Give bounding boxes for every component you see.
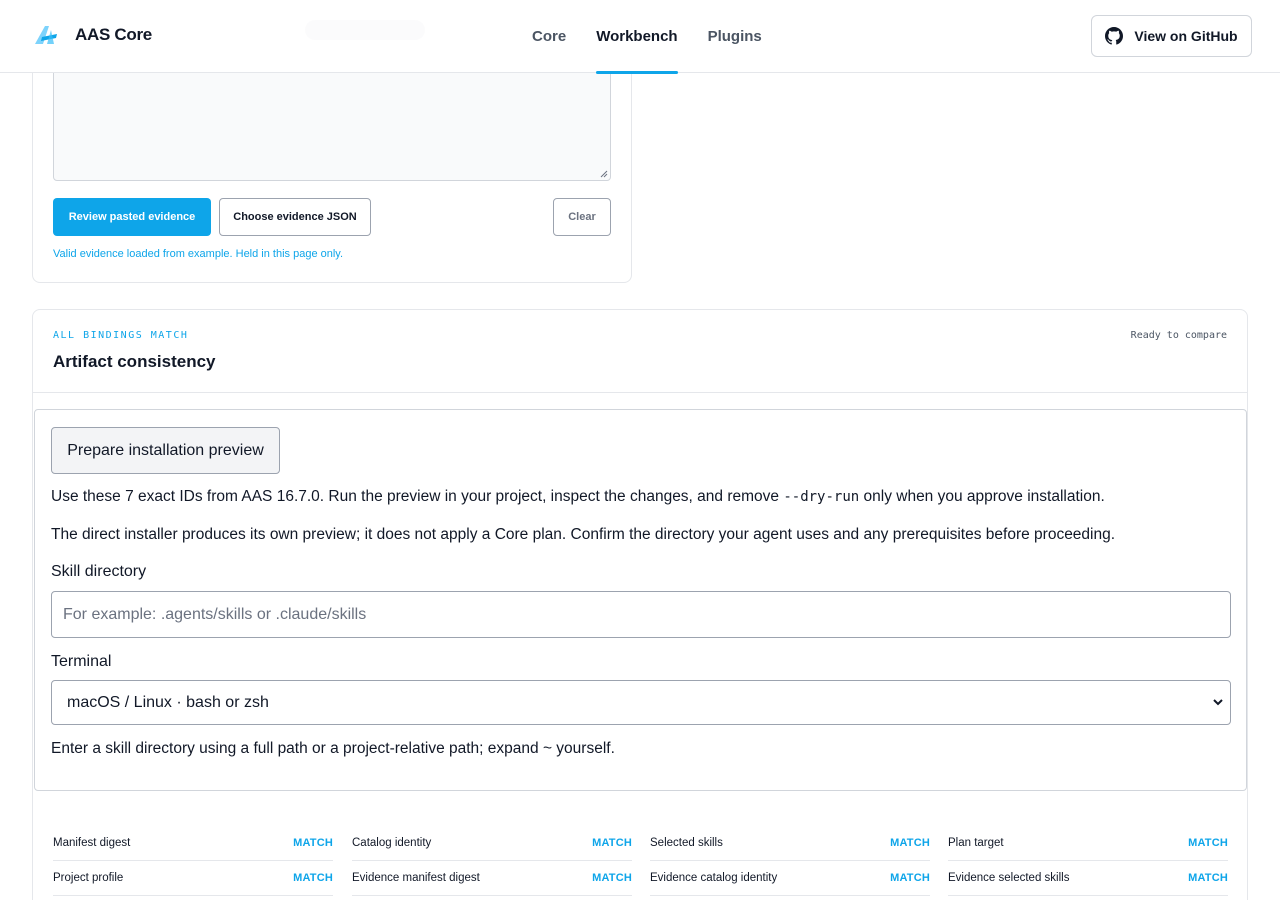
binding-status: MATCH — [592, 872, 632, 884]
bindings-column: Selected skills MATCH Evidence catalog i… — [650, 826, 930, 896]
binding-row: Project profile MATCH — [53, 861, 333, 896]
binding-status: MATCH — [592, 837, 632, 849]
artifact-consistency-section: ALL BINDINGS MATCH Artifact consistency … — [32, 309, 1248, 900]
binding-row: Evidence catalog identity MATCH — [650, 861, 930, 896]
nav-item-workbench[interactable]: Workbench — [596, 0, 679, 74]
primary-nav: Core Workbench Plugins — [532, 0, 792, 74]
bindings-column: Plan target MATCH Evidence selected skil… — [948, 826, 1228, 896]
aas-logo-icon — [35, 26, 57, 44]
installation-preview-panel: Prepare installation preview Use these 7… — [34, 409, 1247, 791]
prepare-installation-preview-button[interactable]: Prepare installation preview — [51, 427, 280, 474]
faded-header-element — [305, 20, 425, 40]
chevron-down-icon — [1213, 699, 1223, 706]
binding-status: MATCH — [890, 872, 930, 884]
choose-evidence-json-button[interactable]: Choose evidence JSON — [219, 198, 371, 236]
skill-directory-input[interactable] — [51, 591, 1231, 638]
dry-run-flag: --dry-run — [783, 489, 860, 505]
ready-status: Ready to compare — [1130, 330, 1227, 341]
nav-item-plugins[interactable]: Plugins — [708, 0, 762, 73]
binding-name: Manifest digest — [53, 837, 131, 849]
binding-row: Catalog identity MATCH — [352, 826, 632, 861]
section-title: Artifact consistency — [53, 352, 216, 371]
brand-name: AAS Core — [75, 25, 152, 44]
install-intro-tail: only when you approve installation. — [859, 488, 1105, 505]
installer-note: The direct installer produces its own pr… — [51, 526, 1116, 543]
binding-row: Evidence selected skills MATCH — [948, 861, 1228, 896]
review-pasted-evidence-button[interactable]: Review pasted evidence — [53, 198, 211, 236]
binding-name: Catalog identity — [352, 837, 432, 849]
binding-name: Evidence selected skills — [948, 872, 1070, 884]
github-icon — [1105, 27, 1124, 45]
binding-status: MATCH — [890, 837, 930, 849]
binding-name: Evidence manifest digest — [352, 872, 480, 884]
binding-status: MATCH — [293, 872, 333, 884]
install-intro: Use these 7 exact IDs from AAS 16.7.0. R… — [51, 488, 1105, 506]
binding-row: Plan target MATCH — [948, 826, 1228, 861]
brand[interactable]: AAS Core — [33, 22, 152, 48]
terminal-selected-value: macOS / Linux · bash or zsh — [67, 693, 269, 711]
evidence-card: Review pasted evidence Choose evidence J… — [32, 40, 632, 283]
nav-item-core[interactable]: Core — [532, 0, 566, 73]
top-navigation-bar: AAS Core Core Workbench Plugins View on … — [0, 0, 1280, 74]
binding-name: Plan target — [948, 837, 1004, 849]
section-divider — [33, 392, 1247, 393]
binding-name: Selected skills — [650, 837, 723, 849]
resize-grip-icon[interactable] — [600, 170, 608, 178]
bindings-column: Catalog identity MATCH Evidence manifest… — [352, 826, 632, 896]
binding-status: MATCH — [1188, 837, 1228, 849]
binding-row: Manifest digest MATCH — [53, 826, 333, 861]
bindings-eyebrow: ALL BINDINGS MATCH — [53, 330, 189, 341]
skill-directory-hint: Enter a skill directory using a full pat… — [51, 740, 615, 757]
install-intro-text: Use these 7 exact IDs from AAS 16.7.0. R… — [51, 488, 784, 505]
binding-name: Evidence catalog identity — [650, 872, 778, 884]
binding-status: MATCH — [293, 837, 333, 849]
binding-status: MATCH — [1188, 872, 1228, 884]
binding-name: Project profile — [53, 872, 124, 884]
view-on-github-button[interactable]: View on GitHub — [1091, 15, 1252, 57]
binding-row: Selected skills MATCH — [650, 826, 930, 861]
bindings-column: Manifest digest MATCH Project profile MA… — [53, 826, 333, 896]
terminal-label: Terminal — [51, 653, 112, 670]
github-button-label: View on GitHub — [1134, 28, 1238, 44]
terminal-select[interactable]: macOS / Linux · bash or zsh — [51, 680, 1231, 725]
clear-button[interactable]: Clear — [553, 198, 611, 236]
evidence-status: Valid evidence loaded from example. Held… — [53, 248, 344, 260]
skill-directory-label: Skill directory — [51, 563, 147, 580]
binding-row: Evidence manifest digest MATCH — [352, 861, 632, 896]
